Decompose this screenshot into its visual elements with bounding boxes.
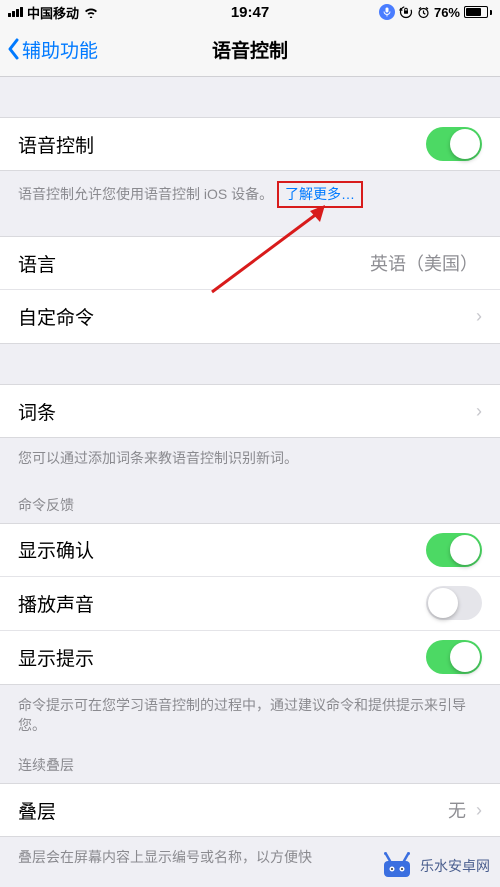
overlay-section-header: 连续叠层 <box>0 741 500 783</box>
watermark-text: 乐水安卓网 <box>420 856 490 876</box>
show-confirm-row[interactable]: 显示确认 <box>0 523 500 577</box>
status-bar: 中国移动 19:47 76% <box>0 0 500 22</box>
signal-icon <box>8 7 23 17</box>
nav-header: 辅助功能 语音控制 <box>0 22 500 77</box>
learn-more-highlight-box: 了解更多… <box>277 181 363 208</box>
language-row[interactable]: 语言 英语（美国） <box>0 236 500 290</box>
status-left: 中国移动 <box>8 3 99 22</box>
wifi-icon <box>83 6 99 18</box>
chevron-left-icon <box>6 38 20 60</box>
voice-control-switch[interactable] <box>426 127 482 161</box>
vocabulary-footer: 您可以通过添加词条来教语音控制识别新词。 <box>0 438 500 474</box>
carrier-label: 中国移动 <box>27 3 79 22</box>
vocabulary-label: 词条 <box>18 398 56 425</box>
page-title: 语音控制 <box>212 36 288 63</box>
custom-commands-label: 自定命令 <box>18 303 94 330</box>
learn-more-link[interactable]: 了解更多… <box>285 186 355 202</box>
overlay-value: 无 <box>448 797 470 823</box>
feedback-section-header: 命令反馈 <box>0 475 500 523</box>
watermark: 乐水安卓网 <box>380 852 490 880</box>
play-sound-switch[interactable] <box>426 586 482 620</box>
voice-control-label: 语音控制 <box>18 131 94 158</box>
voice-control-footer-text: 语音控制允许您使用语音控制 iOS 设备。 <box>18 186 273 202</box>
status-right: 76% <box>379 4 492 20</box>
show-confirm-switch[interactable] <box>426 533 482 567</box>
chevron-right-icon: › <box>476 306 482 327</box>
overlay-label: 叠层 <box>18 797 56 824</box>
overlay-row[interactable]: 叠层 无 › <box>0 783 500 837</box>
show-hints-row[interactable]: 显示提示 <box>0 631 500 685</box>
watermark-logo-icon <box>380 852 414 880</box>
battery-pct: 76% <box>434 5 460 20</box>
back-button[interactable]: 辅助功能 <box>0 36 98 63</box>
hints-footer: 命令提示可在您学习语音控制的过程中，通过建议命令和提供提示来引导您。 <box>0 685 500 742</box>
show-hints-label: 显示提示 <box>18 644 94 671</box>
back-label: 辅助功能 <box>22 36 98 63</box>
battery-icon <box>464 6 492 18</box>
alarm-icon <box>417 6 430 19</box>
play-sound-label: 播放声音 <box>18 590 94 617</box>
voice-control-row[interactable]: 语音控制 <box>0 117 500 171</box>
voice-control-footer: 语音控制允许您使用语音控制 iOS 设备。 了解更多… <box>0 171 500 214</box>
status-time: 19:47 <box>231 4 269 21</box>
vocabulary-row[interactable]: 词条 › <box>0 384 500 438</box>
chevron-right-icon: › <box>476 800 482 821</box>
play-sound-row[interactable]: 播放声音 <box>0 577 500 631</box>
language-label: 语言 <box>18 250 56 277</box>
rotation-lock-icon <box>399 5 413 19</box>
language-value: 英语（美国） <box>370 250 482 276</box>
show-confirm-label: 显示确认 <box>18 536 94 563</box>
custom-commands-row[interactable]: 自定命令 › <box>0 290 500 344</box>
show-hints-switch[interactable] <box>426 640 482 674</box>
chevron-right-icon: › <box>476 401 482 422</box>
voice-control-indicator-icon <box>379 4 395 20</box>
